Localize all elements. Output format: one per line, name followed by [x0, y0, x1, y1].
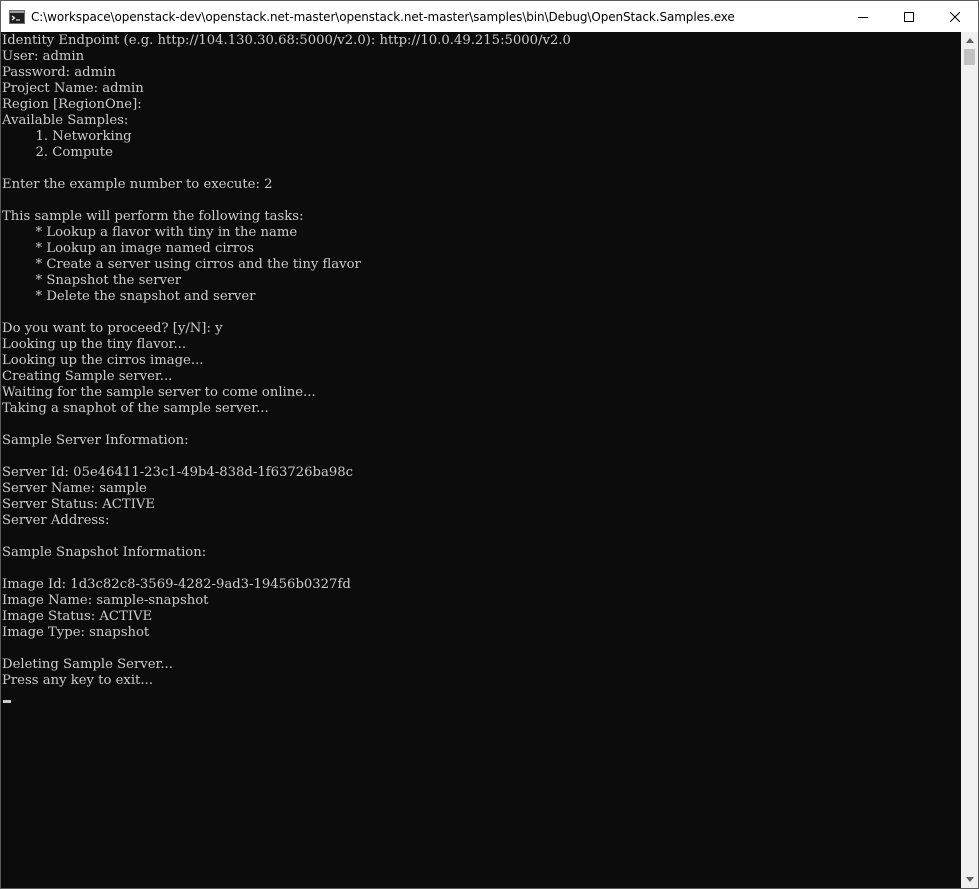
close-icon	[950, 11, 960, 22]
maximize-button[interactable]	[886, 1, 932, 32]
console-line: Image Id: 1d3c82c8-3569-4282-9ad3-19456b…	[2, 577, 351, 592]
title-bar[interactable]: C:\workspace\openstack-dev\openstack.net…	[1, 1, 978, 32]
scroll-down-arrow-icon	[965, 877, 974, 882]
window-title: C:\workspace\openstack-dev\openstack.net…	[31, 9, 735, 24]
console-line: Image Name: sample-snapshot	[2, 593, 209, 608]
console-line: * Lookup an image named cirros	[2, 241, 254, 256]
console-line: Project Name: admin	[2, 81, 144, 96]
console-app-icon[interactable]	[9, 9, 25, 25]
console-line: 2. Compute	[2, 145, 113, 160]
console-line: Server Name: sample	[2, 481, 147, 496]
console-line: Image Type: snapshot	[2, 625, 150, 640]
console-line: * Create a server using cirros and the t…	[2, 257, 361, 272]
console-line: Image Status: ACTIVE	[2, 609, 153, 624]
console-line: 1. Networking	[2, 129, 132, 144]
console-text: Identity Endpoint (e.g. http://104.130.3…	[1, 33, 571, 689]
minimize-button[interactable]	[840, 1, 886, 32]
scroll-thumb[interactable]	[964, 49, 975, 65]
minimize-icon	[858, 16, 868, 18]
close-button[interactable]	[932, 1, 978, 32]
console-line: Looking up the tiny flavor...	[2, 337, 187, 352]
text-cursor	[3, 700, 11, 703]
console-line: Password: admin	[2, 65, 116, 80]
console-line: Available Samples:	[2, 113, 129, 128]
maximize-icon	[904, 11, 914, 22]
window-controls	[840, 1, 978, 32]
console-line: Server Status: ACTIVE	[2, 497, 156, 512]
scroll-down-button[interactable]	[961, 871, 978, 888]
console-line: Sample Snapshot Information:	[2, 545, 207, 560]
console-line: * Snapshot the server	[2, 273, 182, 288]
console-line: Server Id: 05e46411-23c1-49b4-838d-1f637…	[2, 465, 354, 480]
scroll-up-arrow-icon	[965, 38, 974, 43]
console-window: C:\workspace\openstack-dev\openstack.net…	[0, 0, 979, 889]
console-line: Deleting Sample Server...	[2, 657, 173, 672]
console-line: Waiting for the sample server to come on…	[2, 385, 316, 400]
console-line: Identity Endpoint (e.g. http://104.130.3…	[2, 33, 571, 48]
scroll-up-button[interactable]	[961, 32, 978, 49]
console-line: This sample will perform the following t…	[2, 209, 304, 224]
console-line: Do you want to proceed? [y/N]: y	[2, 321, 223, 336]
console-line: Looking up the cirros image...	[2, 353, 204, 368]
console-line: Creating Sample server...	[2, 369, 173, 384]
console-line: Server Address:	[2, 513, 110, 528]
console-line: Region [RegionOne]:	[2, 97, 142, 112]
console-line: Enter the example number to execute: 2	[2, 177, 273, 192]
console-line: * Lookup a flavor with tiny in the name	[2, 225, 298, 240]
vertical-scrollbar[interactable]	[961, 32, 978, 888]
console-line: * Delete the snapshot and server	[2, 289, 256, 304]
console-line: User: admin	[2, 49, 85, 64]
console-line: Sample Server Information:	[2, 433, 189, 448]
console-output-area[interactable]: Identity Endpoint (e.g. http://104.130.3…	[1, 32, 961, 888]
console-line: Taking a snaphot of the sample server...	[2, 401, 269, 416]
console-line: Press any key to exit...	[2, 673, 153, 688]
